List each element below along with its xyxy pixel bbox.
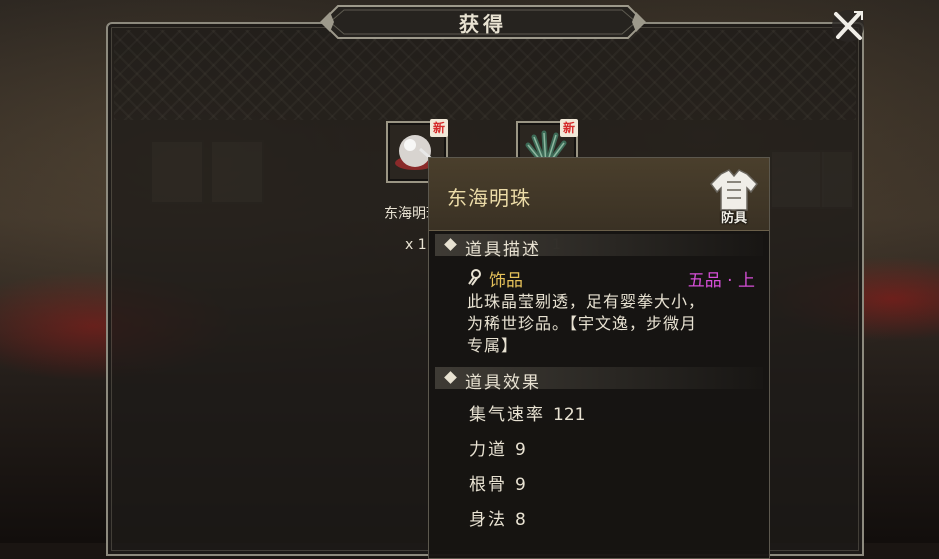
- diamond-bullet-icon: [444, 371, 457, 384]
- stat-row: 身法 8: [469, 505, 526, 530]
- item-tooltip: 东海明珠 防具 道具描述 饰品 五品 · 上 此珠晶莹剔透，足有婴拳大小， 为稀…: [428, 157, 770, 559]
- stat-name: 力道: [469, 440, 507, 460]
- category-name: 饰品: [489, 271, 523, 291]
- effects-section-header: 道具效果: [435, 367, 763, 393]
- new-badge: 新: [430, 119, 448, 137]
- stat-row: 集气速率 121: [469, 400, 585, 425]
- stat-name: 根骨: [469, 475, 507, 495]
- description-line: 专属】: [467, 336, 519, 355]
- item-type-label: 防具: [720, 211, 747, 226]
- category-row: 饰品 五品 · 上: [465, 266, 755, 291]
- close-button[interactable]: [826, 6, 870, 46]
- item-type-badge: 防具: [707, 168, 761, 226]
- stat-name: 集气速率: [469, 405, 545, 425]
- title-plate: 获得: [320, 4, 646, 40]
- description-line: 此珠晶莹剔透，足有婴拳大小，: [467, 292, 706, 311]
- stat-row: 力道 9: [469, 435, 526, 460]
- stat-name: 身法: [469, 510, 507, 530]
- close-icon: [832, 10, 864, 42]
- ornament-icon: [468, 269, 481, 286]
- item-grade: 五品 · 上: [687, 271, 755, 291]
- effects-header-label: 道具效果: [465, 373, 541, 393]
- stat-value: 8: [515, 510, 526, 530]
- stat-value: 121: [553, 405, 586, 425]
- item-count-pearl: x 1: [405, 237, 427, 253]
- description-section-header: 道具描述: [435, 234, 763, 260]
- stat-value: 9: [515, 475, 526, 495]
- new-badge: 新: [560, 119, 578, 137]
- item-description: 此珠晶莹剔透，足有婴拳大小， 为稀世珍品。【宇文逸，步微月 专属】: [467, 291, 763, 357]
- dialog-title: 获得: [459, 11, 507, 36]
- tooltip-item-name: 东海明珠: [447, 186, 531, 210]
- description-line: 为稀世珍品。【宇文逸，步微月: [467, 314, 698, 333]
- description-header-label: 道具描述: [465, 240, 541, 260]
- panel-pattern: [114, 30, 856, 120]
- stat-value: 9: [515, 440, 526, 460]
- diamond-bullet-icon: [444, 238, 457, 251]
- stat-row: 根骨 9: [469, 470, 526, 495]
- tooltip-header: 东海明珠 防具: [429, 158, 769, 231]
